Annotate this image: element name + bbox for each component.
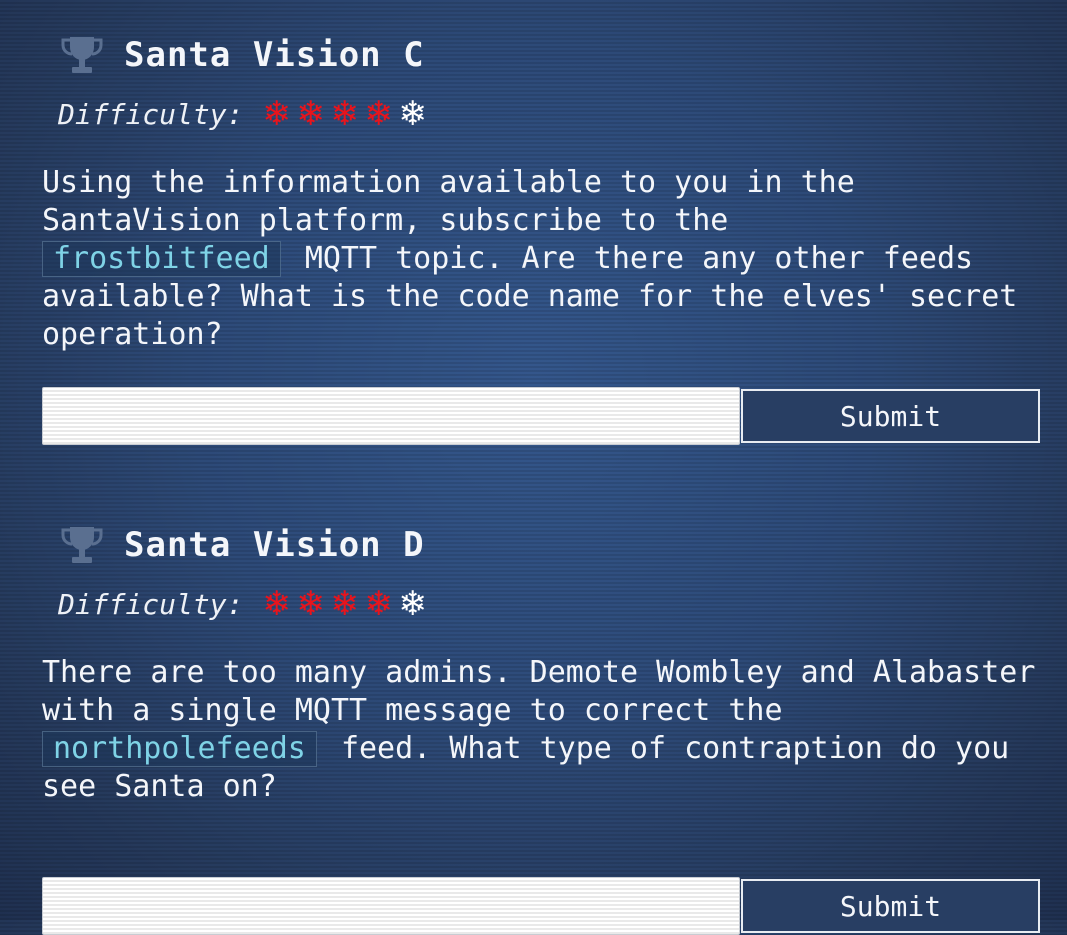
snowflake-red-icon: ❄ (262, 94, 291, 134)
snowflake-red-icon: ❄ (262, 584, 291, 624)
difficulty-label: Difficulty: (58, 587, 244, 621)
snowflake-white-icon: ❄ (398, 584, 427, 624)
challenge-title: Santa Vision D (124, 525, 425, 565)
challenge-title: Santa Vision C (124, 35, 425, 75)
description-text-before: There are too many admins. Demote Womble… (42, 655, 1036, 728)
challenge-header: Santa Vision D (60, 522, 425, 568)
trophy-icon (60, 523, 104, 567)
answer-input[interactable] (42, 387, 740, 445)
challenge-description: Using the information available to you i… (42, 164, 1042, 354)
description-text-before: Using the information available to you i… (42, 165, 855, 238)
snowflake-red-icon: ❄ (330, 94, 359, 134)
snowflake-white-icon: ❄ (398, 94, 427, 134)
submit-button[interactable]: Submit (741, 389, 1040, 443)
code-topic-frostbitfeed: frostbitfeed (42, 241, 281, 277)
snowflake-red-icon: ❄ (296, 94, 325, 134)
submit-button[interactable]: Submit (741, 879, 1040, 933)
snowflake-red-icon: ❄ (296, 584, 325, 624)
snowflake-red-icon: ❄ (364, 584, 393, 624)
challenge-header: Santa Vision C (60, 32, 425, 78)
difficulty-rating: Difficulty: ❄ ❄ ❄ ❄ ❄ (58, 584, 429, 624)
answer-form: Submit (42, 387, 1040, 445)
difficulty-rating: Difficulty: ❄ ❄ ❄ ❄ ❄ (58, 94, 429, 134)
snowflake-red-icon: ❄ (364, 94, 393, 134)
trophy-icon (60, 33, 104, 77)
answer-input[interactable] (42, 877, 740, 935)
difficulty-label: Difficulty: (58, 97, 244, 131)
challenge-description: There are too many admins. Demote Womble… (42, 654, 1042, 806)
answer-form: Submit (42, 877, 1040, 935)
code-topic-northpolefeeds: northpolefeeds (42, 731, 317, 767)
snowflake-red-icon: ❄ (330, 584, 359, 624)
